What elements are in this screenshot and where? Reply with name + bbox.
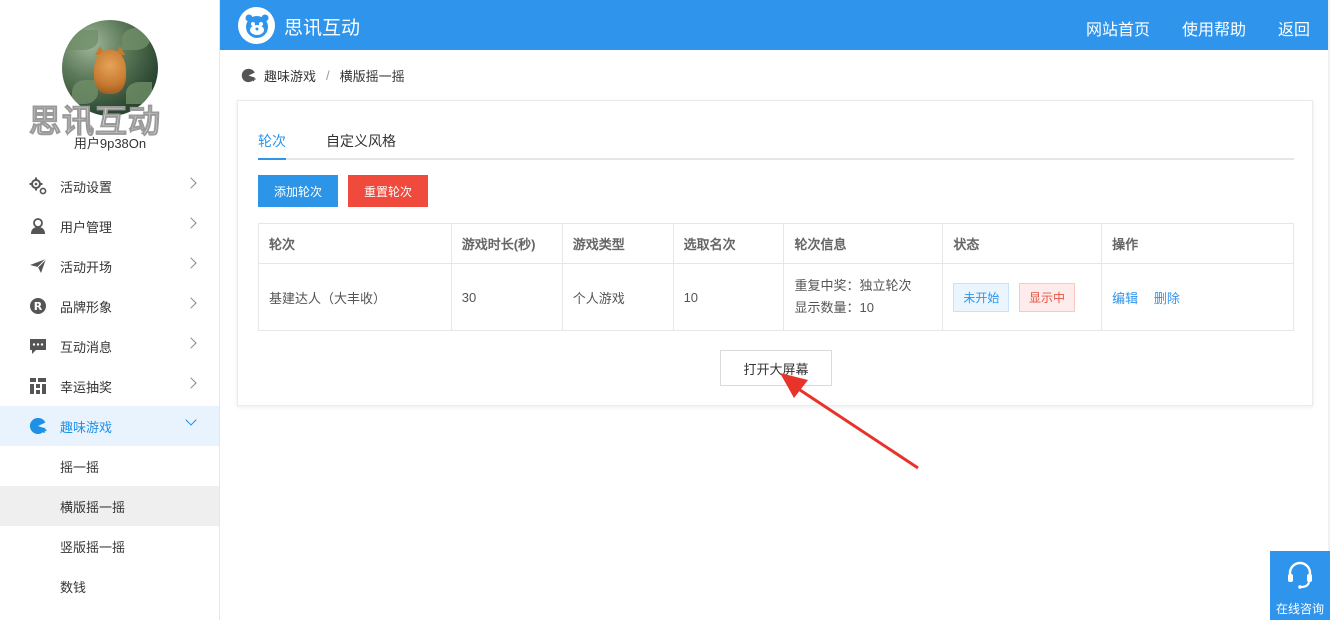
table-header-row: 轮次 游戏时长(秒) 游戏类型 选取名次 轮次信息 状态 操作 [258, 223, 1294, 264]
sidebar-submenu: 摇一摇 横版摇一摇 竖版摇一摇 数钱 [0, 446, 219, 606]
chevron-down-icon [185, 414, 197, 426]
sidebar-item-label: 幸运抽奖 [60, 379, 113, 395]
chevron-right-icon [185, 377, 197, 389]
tab-bar: 轮次 自定义风格 [258, 131, 1294, 160]
info-repeat-win: 重复中奖：独立轮次 [794, 278, 912, 293]
grid-icon [28, 376, 48, 396]
sidebar-item-fun-games[interactable]: 趣味游戏 [0, 406, 219, 446]
sidebar-item-lucky-draw[interactable]: 幸运抽奖 [0, 366, 219, 406]
reset-round-button[interactable]: 重置轮次 [348, 175, 428, 207]
sidebar: 思讯互动 用户9p38On 活动设置 用户管理 活动开场 R 品牌形象 互动消息… [0, 0, 220, 620]
tab-rounds[interactable]: 轮次 [258, 131, 286, 160]
column-header: 轮次信息 [783, 223, 944, 264]
logo-icon[interactable] [238, 7, 275, 44]
submenu-item-count-money[interactable]: 数钱 [0, 566, 219, 606]
consult-label: 在线咨询 [1275, 602, 1324, 616]
paper-plane-icon [28, 256, 48, 276]
chevron-right-icon [185, 217, 197, 229]
sidebar-item-label: 品牌形象 [60, 299, 113, 315]
chevron-right-icon [185, 297, 197, 309]
column-header: 轮次 [258, 223, 452, 264]
breadcrumb-item-current: 横版摇一摇 [339, 69, 405, 84]
sidebar-item-label: 用户管理 [60, 219, 113, 235]
nav-help-link[interactable]: 使用帮助 [1182, 16, 1246, 40]
top-header: 思讯互动 网站首页 使用帮助 返回 [220, 0, 1328, 50]
column-header: 选取名次 [672, 223, 785, 264]
user-icon [28, 216, 48, 236]
cell-round-info: 重复中奖：独立轮次 显示数量：10 [783, 263, 944, 331]
chevron-right-icon [185, 257, 197, 269]
submenu-item-shake[interactable]: 摇一摇 [0, 446, 219, 486]
nav-home-link[interactable]: 网站首页 [1086, 16, 1150, 40]
svg-text:R: R [34, 300, 43, 313]
column-header: 游戏时长(秒) [450, 223, 563, 264]
column-header: 状态 [942, 223, 1103, 264]
sidebar-item-label: 互动消息 [60, 339, 113, 355]
nav-back-link[interactable]: 返回 [1278, 16, 1310, 40]
info-display-count: 显示数量：10 [794, 300, 874, 315]
sidebar-item-user-management[interactable]: 用户管理 [0, 206, 219, 246]
message-icon [28, 336, 48, 356]
registered-icon: R [28, 296, 48, 316]
tab-custom-style[interactable]: 自定义风格 [326, 131, 396, 158]
breadcrumb-separator: / [326, 68, 330, 83]
breadcrumb: 趣味游戏 / 横版摇一摇 [241, 66, 405, 85]
column-header: 操作 [1101, 223, 1294, 264]
status-badge-not-started: 未开始 [953, 282, 1010, 312]
profile: 思讯互动 用户9p38On [0, 0, 219, 166]
game-icon [28, 416, 48, 436]
online-consult-button[interactable]: 在线咨询 [1270, 551, 1330, 620]
table-row: 基建达人（大丰收） 30 个人游戏 10 重复中奖：独立轮次 显示数量：10 未… [258, 263, 1294, 331]
breadcrumb-item-fun-games[interactable]: 趣味游戏 [264, 66, 316, 85]
sidebar-item-interactive-messages[interactable]: 互动消息 [0, 326, 219, 366]
headset-icon [1284, 559, 1316, 594]
header-nav: 网站首页 使用帮助 返回 [1086, 16, 1310, 40]
cell-game-type: 个人游戏 [561, 263, 674, 331]
submenu-item-vertical-shake[interactable]: 竖版摇一摇 [0, 526, 219, 566]
delete-link[interactable]: 删除 [1154, 291, 1180, 306]
sidebar-item-label: 活动设置 [60, 179, 113, 195]
open-big-screen-button[interactable]: 打开大屏幕 [720, 350, 832, 386]
cell-rank: 10 [672, 263, 785, 331]
cell-status: 未开始 显示中 [942, 263, 1103, 331]
cell-actions: 编辑 删除 [1101, 263, 1294, 331]
add-round-button[interactable]: 添加轮次 [258, 175, 338, 207]
cell-round-name: 基建达人（大丰收） [258, 263, 452, 331]
sidebar-item-label: 趣味游戏 [60, 419, 113, 435]
column-header: 游戏类型 [561, 223, 674, 264]
status-badge-displaying[interactable]: 显示中 [1018, 282, 1075, 312]
username: 用户9p38On [73, 136, 147, 151]
sidebar-item-activity-opening[interactable]: 活动开场 [0, 246, 219, 286]
app-title: 思讯互动 [284, 18, 361, 39]
rounds-table: 轮次 游戏时长(秒) 游戏类型 选取名次 轮次信息 状态 操作 基建达人（大丰收… [258, 223, 1294, 331]
sidebar-item-activity-settings[interactable]: 活动设置 [0, 166, 219, 206]
submenu-item-horizontal-shake[interactable]: 横版摇一摇 [0, 486, 219, 526]
chevron-right-icon [185, 337, 197, 349]
chevron-right-icon [185, 177, 197, 189]
main-card: 轮次 自定义风格 添加轮次 重置轮次 轮次 游戏时长(秒) 游戏类型 选取名次 … [237, 100, 1313, 406]
sidebar-item-brand-image[interactable]: R 品牌形象 [0, 286, 219, 326]
sidebar-menu: 活动设置 用户管理 活动开场 R 品牌形象 互动消息 幸运抽奖 趣味游戏 [0, 166, 219, 446]
cell-duration: 30 [450, 263, 563, 331]
edit-link[interactable]: 编辑 [1112, 291, 1138, 306]
game-icon [241, 68, 256, 83]
gear-icon [28, 176, 48, 196]
sidebar-item-label: 活动开场 [60, 259, 113, 275]
